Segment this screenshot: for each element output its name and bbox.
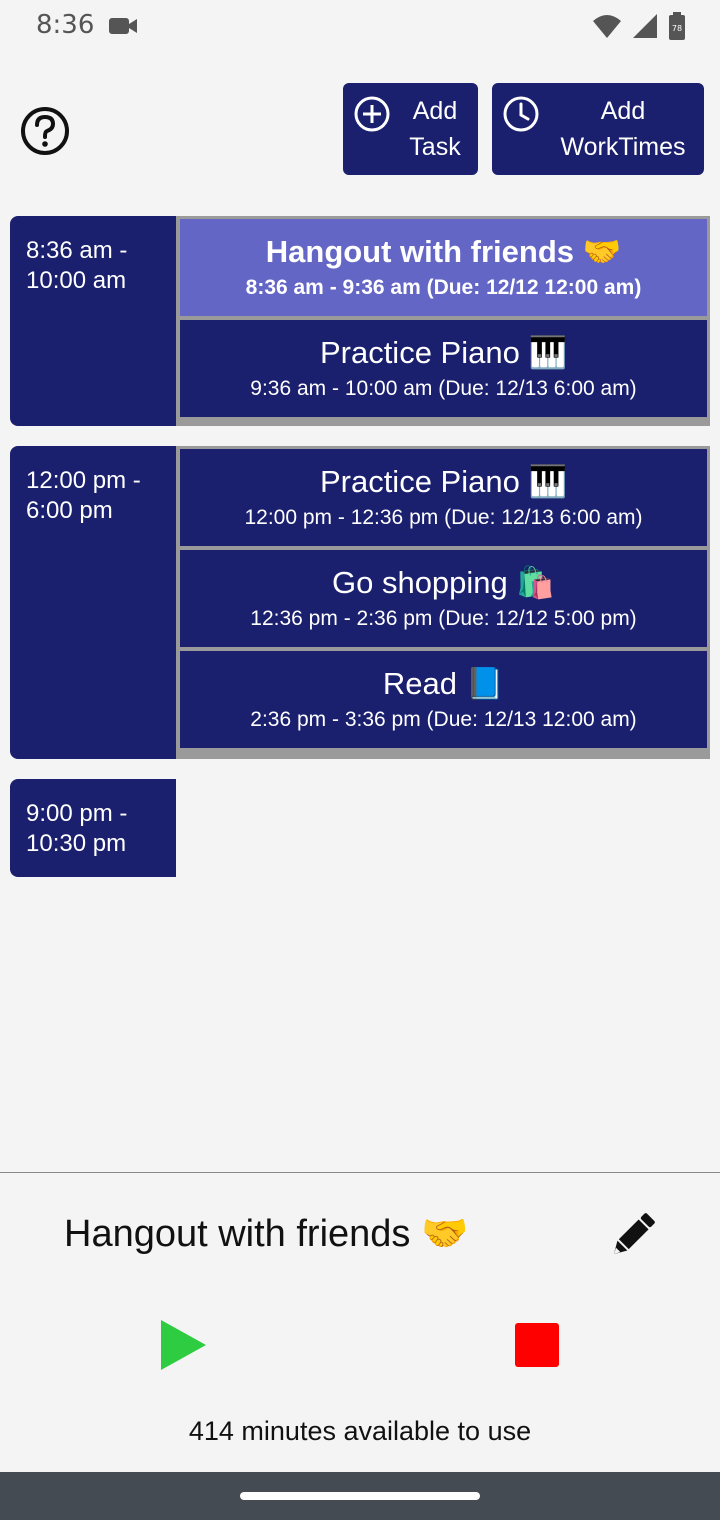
task-time: 9:36 am - 10:00 am (Due: 12/13 6:00 am)	[250, 377, 637, 400]
stop-icon[interactable]	[515, 1323, 559, 1367]
task-item[interactable]: Read 📘 2:36 pm - 3:36 pm (Due: 12/13 12:…	[180, 651, 707, 748]
status-icons: 78	[592, 12, 686, 44]
task-item[interactable]: Practice Piano 🎹 9:36 am - 10:00 am (Due…	[180, 320, 707, 417]
task-item-active[interactable]: Hangout with friends 🤝 8:36 am - 9:36 am…	[180, 219, 707, 316]
plus-circle-icon	[353, 95, 391, 133]
task-name: Read 📘	[382, 666, 505, 701]
signal-icon	[632, 13, 658, 43]
task-time: 8:36 am - 9:36 am (Due: 12/12 12:00 am)	[245, 276, 642, 299]
add-task-button[interactable]: Add Task	[343, 83, 478, 175]
add-worktimes-button[interactable]: Add WorkTimes	[492, 83, 704, 175]
clock-icon	[502, 95, 540, 133]
svg-text:78: 78	[672, 24, 682, 33]
worktime-range[interactable]: 9:00 pm - 10:30 pm	[10, 779, 176, 877]
worktime-range[interactable]: 12:00 pm - 6:00 pm	[10, 446, 176, 759]
task-name: Practice Piano 🎹	[319, 335, 568, 370]
task-name: Practice Piano 🎹	[319, 464, 568, 499]
video-camera-icon	[108, 14, 138, 42]
current-task-name: Hangout with friends 🤝	[64, 1213, 469, 1255]
wifi-icon	[592, 13, 622, 43]
task-item[interactable]: Go shopping 🛍️ 12:36 pm - 2:36 pm (Due: …	[180, 550, 707, 647]
navigation-bar	[0, 1472, 720, 1520]
task-time: 12:00 pm - 12:36 pm (Due: 12/13 6:00 am)	[244, 506, 643, 529]
worktime-block: 9:00 pm - 10:30 pm	[10, 779, 710, 877]
worktime-range[interactable]: 8:36 am - 10:00 am	[10, 216, 176, 426]
status-time: 8:36	[36, 10, 95, 40]
home-gesture-handle[interactable]	[240, 1492, 480, 1500]
divider	[0, 1172, 720, 1173]
worktime-block: 8:36 am - 10:00 am Hangout with friends …	[10, 216, 710, 426]
task-list: Hangout with friends 🤝 8:36 am - 9:36 am…	[176, 216, 710, 426]
task-name: Go shopping 🛍️	[331, 565, 555, 600]
task-list: Practice Piano 🎹 12:00 pm - 12:36 pm (Du…	[176, 446, 710, 759]
task-name: Hangout with friends 🤝	[265, 234, 622, 269]
play-icon[interactable]	[158, 1318, 208, 1372]
add-task-label: Add Task	[409, 97, 461, 161]
task-time: 2:36 pm - 3:36 pm (Due: 12/13 12:00 am)	[250, 708, 637, 731]
worktime-block: 12:00 pm - 6:00 pm Practice Piano 🎹 12:0…	[10, 446, 710, 759]
minutes-available: 414 minutes available to use	[188, 1416, 532, 1446]
task-time: 12:36 pm - 2:36 pm (Due: 12/12 5:00 pm)	[250, 607, 637, 630]
status-bar: 8:36 78	[0, 0, 720, 56]
task-item[interactable]: Practice Piano 🎹 12:00 pm - 12:36 pm (Du…	[180, 449, 707, 546]
battery-icon: 78	[668, 12, 686, 44]
help-icon[interactable]	[20, 106, 70, 156]
add-worktimes-label: Add WorkTimes	[560, 97, 686, 161]
pencil-icon[interactable]	[606, 1208, 660, 1262]
